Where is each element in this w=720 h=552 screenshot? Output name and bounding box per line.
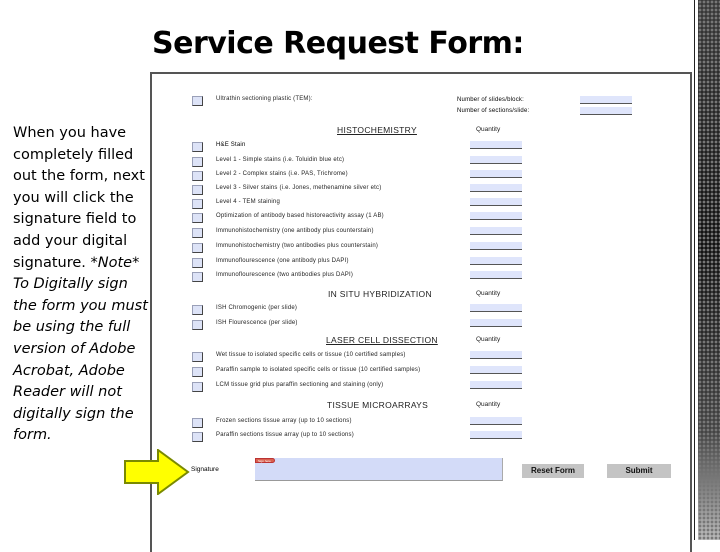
sections-per-slide-field[interactable]: [580, 107, 632, 115]
item-checkbox[interactable]: [192, 352, 203, 362]
quantity-field[interactable]: [470, 366, 522, 374]
adobe-note: *Note* To Digitally sign the form you mu…: [13, 254, 148, 444]
quantity-header: Quantity: [476, 290, 501, 297]
arrow-shape: [124, 449, 190, 495]
sections-per-slide-label: Number of sections/slide:: [457, 108, 530, 114]
section-title-laser-cell-dissection: LASER CELL DISSECTION: [326, 335, 438, 345]
quantity-header: Quantity: [476, 126, 501, 133]
instructions-text: When you have completely filled out the …: [13, 123, 148, 447]
slides-per-block-label: Number of slides/block:: [457, 97, 524, 103]
signature-label: Signature: [191, 466, 219, 473]
item-checkbox[interactable]: [192, 305, 203, 315]
quantity-field[interactable]: [470, 271, 522, 279]
instructions: When you have completely filled out the …: [13, 125, 145, 271]
item-checkbox[interactable]: [192, 320, 203, 330]
item-label: Level 2 - Complex stains (i.e. PAS, Tric…: [216, 171, 348, 177]
item-label: LCM tissue grid plus paraffin sectioning…: [216, 382, 384, 388]
submit-button[interactable]: Submit: [607, 464, 671, 478]
quantity-header: Quantity: [476, 401, 501, 408]
quantity-field[interactable]: [470, 198, 522, 206]
quantity-field[interactable]: [470, 257, 522, 265]
item-checkbox[interactable]: [192, 258, 203, 268]
item-checkbox[interactable]: [192, 199, 203, 209]
item-checkbox[interactable]: [192, 382, 203, 392]
reset-form-button[interactable]: Reset Form: [522, 464, 584, 478]
quantity-header: Quantity: [476, 336, 501, 343]
quantity-field[interactable]: [470, 351, 522, 359]
item-label: Immunohistochemistry (one antibody plus …: [216, 228, 374, 234]
item-label: Paraffin sections tissue array (up to 10…: [216, 432, 354, 438]
sign-here-flag: Sign here: [255, 458, 275, 463]
item-checkbox[interactable]: [192, 213, 203, 223]
item-label: Optimization of antibody based historeac…: [216, 213, 384, 219]
item-checkbox[interactable]: [192, 157, 203, 167]
quantity-field[interactable]: [470, 381, 522, 389]
item-checkbox[interactable]: [192, 228, 203, 238]
item-label: Frozen sections tissue array (up to 10 s…: [216, 418, 352, 424]
decorative-halftone-stripe: [698, 0, 720, 540]
item-checkbox[interactable]: [192, 432, 203, 442]
quantity-field[interactable]: [470, 242, 522, 250]
signature-field[interactable]: Sign here: [255, 458, 503, 481]
item-checkbox[interactable]: [192, 185, 203, 195]
section-title-tissue-microarrays: TISSUE MICROARRAYS: [327, 400, 429, 410]
item-label: Immunoflourescence (two antibodies plus …: [216, 272, 354, 278]
quantity-field[interactable]: [470, 156, 522, 164]
section-title-in-situ-hybridization: IN SITU HYBRIDIZATION: [328, 289, 432, 299]
quantity-field[interactable]: [470, 319, 522, 327]
quantity-field[interactable]: [470, 304, 522, 312]
item-label: Wet tissue to isolated specific cells or…: [216, 352, 406, 358]
slides-per-block-field[interactable]: [580, 96, 632, 104]
item-label: Immunohistochemistry (two antibodies plu…: [216, 243, 379, 249]
item-checkbox[interactable]: [192, 171, 203, 181]
item-checkbox[interactable]: [192, 367, 203, 377]
item-label: ISH Chromogenic (per slide): [216, 305, 298, 311]
item-checkbox[interactable]: [192, 418, 203, 428]
item-label: Paraffin sample to isolated specific cel…: [216, 367, 421, 373]
item-checkbox[interactable]: [192, 272, 203, 282]
item-label: ISH Flourescence (per slide): [216, 320, 298, 326]
quantity-field[interactable]: [470, 184, 522, 192]
ultrathin-label: Ultrathin sectioning plastic (TEM):: [216, 96, 313, 102]
quantity-field[interactable]: [470, 170, 522, 178]
item-label: Immunoflourescence (one antibody plus DA…: [216, 258, 349, 264]
decorative-rule: [694, 0, 695, 540]
quantity-field[interactable]: [470, 227, 522, 235]
quantity-field[interactable]: [470, 417, 522, 425]
quantity-field[interactable]: [470, 431, 522, 439]
ultrathin-checkbox[interactable]: [192, 96, 203, 106]
item-label: Level 3 - Silver stains (i.e. Jones, met…: [216, 185, 382, 191]
slide-title: Service Request Form:: [152, 26, 524, 61]
item-label: Level 1 - Simple stains (i.e. Toluidin b…: [216, 157, 345, 163]
item-checkbox[interactable]: [192, 142, 203, 152]
item-checkbox[interactable]: [192, 243, 203, 253]
item-label: H&E Stain: [216, 142, 246, 148]
item-label: Level 4 - TEM staining: [216, 199, 280, 205]
arrow-right-icon: [124, 449, 190, 495]
section-title-histochemistry: HISTOCHEMISTRY: [337, 125, 417, 135]
quantity-field[interactable]: [470, 141, 522, 149]
quantity-field[interactable]: [470, 212, 522, 220]
